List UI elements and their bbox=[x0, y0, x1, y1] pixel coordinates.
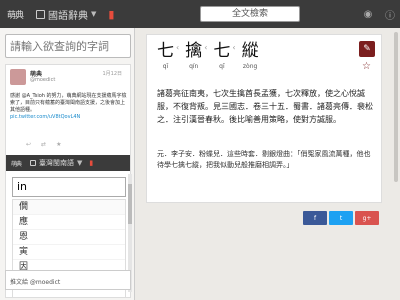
bookmark-icon[interactable]: ▮ bbox=[102, 8, 120, 21]
char-han: 擒 bbox=[185, 41, 203, 61]
book-icon bbox=[36, 9, 45, 19]
char-han: 七 bbox=[157, 41, 174, 61]
top-navbar: 萌典 國語辭典 ▼ ▮ 全文檢索 ◉ ⓘ bbox=[0, 0, 400, 28]
char-pinyin: qī bbox=[162, 63, 169, 70]
star-icon[interactable]: ☆ bbox=[362, 61, 371, 72]
entry-example: 元．李子安．粉蝶兒．這些時套．剔銀燈曲：「俏冤家風流萬種，他也待學七擒七縱，把我… bbox=[157, 150, 371, 169]
twitter-share-button[interactable]: t bbox=[329, 211, 353, 225]
scrollbar-thumb[interactable] bbox=[128, 184, 132, 224]
retweet-icon[interactable]: ⇄ bbox=[41, 141, 46, 148]
brand-logo[interactable]: 萌典 bbox=[0, 0, 30, 28]
edit-button[interactable]: ✎ bbox=[359, 41, 375, 57]
char-pinyin: zòng bbox=[242, 63, 258, 70]
separator-icon: ‹ bbox=[232, 43, 236, 52]
tweet-actions: ↩ ⇄ ★ bbox=[26, 141, 61, 148]
embedded-brand[interactable]: 萌典 bbox=[6, 155, 26, 171]
list-item[interactable]: 僩 bbox=[13, 200, 125, 215]
char-han: 縱 bbox=[241, 41, 259, 61]
twitter-widget: 萌典 @moedict 1月12日 感謝 @A_Tsioh 的努力，萌典網站現在… bbox=[5, 64, 131, 298]
embedded-query-input[interactable]: in bbox=[12, 177, 126, 197]
tweet-date[interactable]: 1月12日 bbox=[102, 70, 122, 77]
chevron-down-icon: ▼ bbox=[77, 159, 83, 167]
embedded-navbar: 萌典 臺灣閩南語 ▼ ▮ bbox=[6, 155, 130, 171]
list-item[interactable]: 寅 bbox=[13, 245, 125, 260]
entry-char[interactable]: 縱 zòng bbox=[242, 41, 259, 70]
scrollbar-thumb[interactable] bbox=[394, 32, 398, 182]
entry-char[interactable]: 七 qī bbox=[213, 41, 230, 70]
page-scrollbar[interactable] bbox=[392, 28, 400, 300]
fulltext-search-input[interactable]: 全文檢索 bbox=[200, 6, 300, 22]
entry-card: 七 qī ‹ 擒 qín ‹ 七 qī ‹ 縱 zòng ✎ ☆ 諸葛亮征南夷，… bbox=[146, 34, 382, 203]
entry-definition: 諸葛亮征南夷，七次生擒酋長孟獲，七次釋放，使之心悅誠服，不復背叛。見三國志．卷三… bbox=[157, 89, 373, 124]
dict-label: 國語辭典 bbox=[48, 10, 88, 22]
top-icon-group: ◉ ⓘ bbox=[340, 0, 396, 28]
avatar[interactable] bbox=[10, 69, 26, 85]
facebook-share-button[interactable]: f bbox=[303, 211, 327, 225]
chevron-down-icon: ▼ bbox=[91, 10, 97, 18]
tweet-to-button[interactable]: 推文給 @moedict bbox=[5, 270, 131, 290]
embedded-dict-label: 臺灣閩南語 bbox=[39, 159, 74, 167]
separator-icon: ‹ bbox=[176, 43, 180, 52]
char-pinyin: qī bbox=[219, 63, 225, 70]
sidebar: 萌典 @moedict 1月12日 感謝 @A_Tsioh 的努力，萌典網站現在… bbox=[0, 28, 135, 300]
entry-char[interactable]: 七 qī bbox=[157, 41, 174, 70]
share-buttons: f t g+ bbox=[303, 211, 379, 225]
char-pinyin: qín bbox=[189, 63, 199, 70]
separator-icon: ‹ bbox=[204, 43, 208, 52]
info-icon[interactable]: ⓘ bbox=[384, 8, 396, 22]
reply-icon[interactable]: ↩ bbox=[26, 141, 31, 148]
tweet-author-handle[interactable]: @moedict bbox=[30, 77, 55, 83]
tweet-body: 感謝 @A_Tsioh 的努力，萌典網站現在支援蘊馬字檢索了，目前只有蘊蓄的臺灣… bbox=[10, 93, 128, 121]
book-icon bbox=[30, 160, 36, 166]
apple-icon[interactable] bbox=[340, 8, 352, 20]
embedded-dict-dropdown[interactable]: 臺灣閩南語 ▼ bbox=[26, 155, 86, 171]
entry-char[interactable]: 擒 qín bbox=[185, 41, 202, 70]
favorite-icon[interactable]: ★ bbox=[56, 141, 61, 148]
char-han: 七 bbox=[213, 41, 231, 61]
embedded-bookmark-icon[interactable]: ▮ bbox=[86, 159, 96, 167]
list-item[interactable]: 應 bbox=[13, 215, 125, 230]
query-input[interactable] bbox=[5, 34, 131, 58]
gplus-share-button[interactable]: g+ bbox=[355, 211, 379, 225]
list-item[interactable]: 恩 bbox=[13, 230, 125, 245]
tweet-link[interactable]: pic.twitter.com/uV8tQovL4N bbox=[10, 114, 80, 120]
tweet-text: 感謝 @A_Tsioh 的努力，萌典網站現在支援蘊馬字檢索了，目前只有蘊蓄的臺灣… bbox=[10, 93, 127, 113]
entry-heading: 七 qī ‹ 擒 qín ‹ 七 qī ‹ 縱 zòng bbox=[157, 41, 259, 70]
android-icon[interactable]: ◉ bbox=[362, 8, 374, 20]
dict-dropdown[interactable]: 國語辭典 ▼ bbox=[30, 0, 102, 28]
